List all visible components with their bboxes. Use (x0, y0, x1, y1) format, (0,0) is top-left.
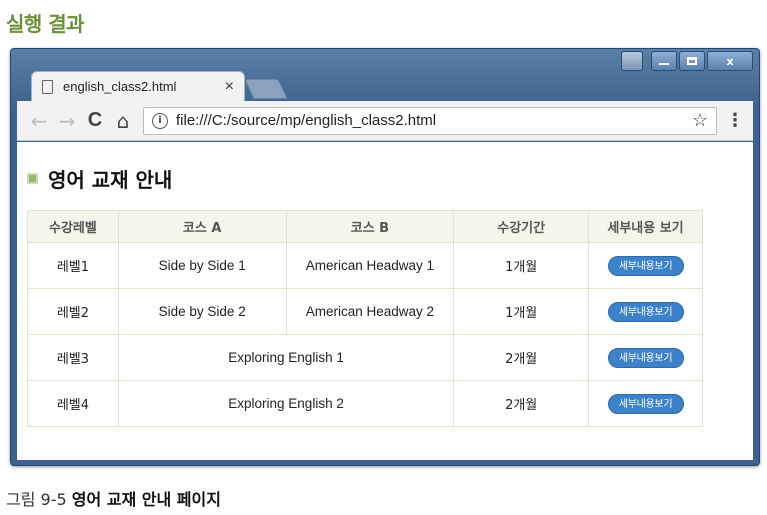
window-controls: x (621, 51, 753, 71)
profile-icon[interactable] (621, 51, 643, 71)
caption-label: 그림 9-5 (6, 490, 67, 509)
level-cell: 레벨2 (27, 288, 119, 335)
url-text[interactable]: file:///C:/source/mp/english_class2.html (176, 112, 692, 129)
period-cell: 2개월 (453, 380, 590, 427)
details-button[interactable]: 세부내용보기 (607, 347, 684, 368)
course-b-cell: American Headway 2 (285, 288, 455, 335)
details-button[interactable]: 세부내용보기 (607, 255, 684, 276)
header-course-a: 코스 A (117, 210, 287, 243)
page-title: 영어 교재 안내 (27, 164, 172, 193)
period-cell: 1개월 (453, 242, 590, 289)
details-cell: 세부내용보기 (588, 242, 703, 289)
course-merged-cell: Exploring English 2 (117, 380, 455, 427)
period-cell: 2개월 (453, 334, 590, 381)
header-level: 수강레벨 (27, 210, 119, 243)
new-tab-button[interactable] (244, 79, 288, 99)
maximize-button[interactable] (679, 51, 705, 71)
info-icon[interactable]: i (152, 112, 168, 129)
back-arrow-icon[interactable]: ← (25, 107, 53, 135)
course-b-cell: American Headway 1 (285, 242, 455, 289)
details-button[interactable]: 세부내용보기 (607, 393, 684, 414)
course-a-cell: Side by Side 1 (117, 242, 287, 289)
table-row: 레벨1 Side by Side 1 American Headway 1 1개… (27, 242, 703, 289)
document-icon (42, 79, 53, 94)
level-cell: 레벨3 (27, 334, 119, 381)
table-row: 레벨3 Exploring English 1 2개월 세부내용보기 (27, 334, 703, 381)
header-details: 세부내용 보기 (588, 210, 703, 243)
browser-tab[interactable]: english_class2.html × (31, 71, 245, 101)
page-viewport: 영어 교재 안내 수강레벨 코스 A 코스 B 수강기간 세부내용 보기 레벨1… (17, 142, 753, 460)
table-row: 레벨2 Side by Side 2 American Headway 2 1개… (27, 288, 703, 335)
level-cell: 레벨4 (27, 380, 119, 427)
page-title-text: 영어 교재 안내 (48, 168, 173, 192)
header-period: 수강기간 (453, 210, 590, 243)
address-bar[interactable]: i file:///C:/source/mp/english_class2.ht… (143, 106, 717, 135)
header-course-b: 코스 B (285, 210, 455, 243)
forward-arrow-icon[interactable]: → (53, 107, 81, 135)
course-merged-cell: Exploring English 1 (117, 334, 455, 381)
period-cell: 1개월 (453, 288, 590, 335)
browser-toolbar: ← → C ⌂ i file:///C:/source/mp/english_c… (17, 101, 753, 141)
menu-icon[interactable]: ⋮ (725, 110, 745, 131)
course-table: 수강레벨 코스 A 코스 B 수강기간 세부내용 보기 레벨1 Side by … (27, 210, 703, 427)
tab-close-icon[interactable]: × (225, 78, 234, 96)
level-cell: 레벨1 (27, 242, 119, 289)
title-bullet-icon (27, 173, 38, 184)
reload-icon[interactable]: C (81, 107, 109, 135)
tab-title: english_class2.html (63, 79, 177, 94)
details-cell: 세부내용보기 (588, 380, 703, 427)
bookmark-star-icon[interactable]: ☆ (692, 110, 708, 131)
table-header-row: 수강레벨 코스 A 코스 B 수강기간 세부내용 보기 (27, 210, 703, 243)
caption-title: 영어 교재 안내 페이지 (71, 490, 221, 509)
home-icon[interactable]: ⌂ (109, 107, 137, 135)
course-a-cell: Side by Side 2 (117, 288, 287, 335)
details-button[interactable]: 세부내용보기 (607, 301, 684, 322)
maximize-icon (687, 57, 697, 65)
document-heading: 실행 결과 (6, 12, 85, 36)
details-cell: 세부내용보기 (588, 288, 703, 335)
figure-caption: 그림 9-5 영어 교재 안내 페이지 (6, 486, 221, 510)
details-cell: 세부내용보기 (588, 334, 703, 381)
table-row: 레벨4 Exploring English 2 2개월 세부내용보기 (27, 380, 703, 427)
browser-window: x english_class2.html × ← → C ⌂ i file:/… (10, 48, 760, 466)
close-window-button[interactable]: x (707, 51, 753, 71)
minimize-button[interactable] (651, 51, 677, 71)
minimize-icon (659, 63, 669, 65)
